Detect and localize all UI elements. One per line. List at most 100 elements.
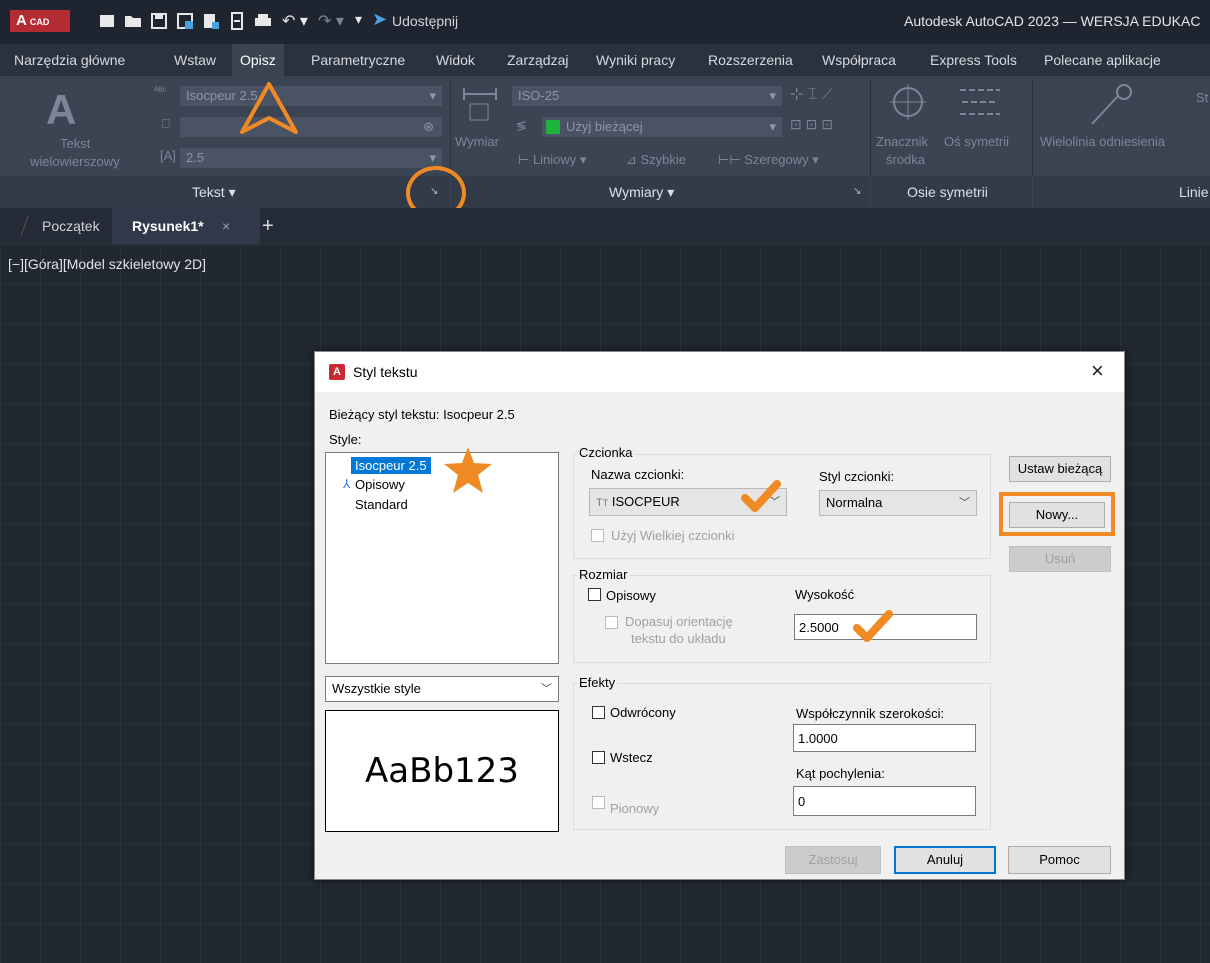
tab-drawing[interactable]: Rysunek1*	[132, 208, 204, 244]
layer-brush-icon: ≶	[516, 118, 527, 133]
tab-start[interactable]: Początek	[42, 208, 100, 244]
window-title: Autodesk AutoCAD 2023 — WERSJA EDUKAC	[904, 13, 1201, 29]
panel-leader-title: Linie	[1179, 184, 1209, 200]
tab-express-tools[interactable]: Express Tools	[930, 44, 1017, 76]
width-factor-input[interactable]: 1.0000	[793, 724, 976, 752]
tab-output[interactable]: Wyniki pracy	[596, 44, 675, 76]
cancel-button[interactable]: Anuluj	[894, 846, 996, 874]
match-orientation-checkbox	[605, 616, 618, 629]
vertical-checkbox	[592, 796, 605, 809]
share-icon[interactable]: ➤	[372, 9, 387, 30]
vertical-label: Pionowy	[610, 801, 660, 816]
add-tab-icon[interactable]: +	[262, 208, 274, 244]
panel-center-bar: Osie symetrii	[871, 176, 1032, 208]
new-file-icon[interactable]	[98, 12, 116, 30]
find-text-input[interactable]: ⊛	[180, 117, 442, 137]
list-item[interactable]: Standard	[355, 497, 408, 512]
mtext-label-2[interactable]: wielowierszowy	[30, 154, 120, 169]
dim-break-icons[interactable]: ⊡ ⊡ ⊡	[790, 116, 833, 133]
panel-text-bar: Tekst ▾ ↘	[0, 176, 450, 208]
width-factor-label: Współczynnik szerokości:	[796, 706, 945, 721]
centerline-label[interactable]: Oś symetrii	[944, 134, 1009, 149]
multileader-icon	[1091, 84, 1132, 125]
font-name-label: Nazwa czcionki:	[591, 467, 685, 482]
text-height-icon: [A]	[160, 148, 176, 163]
list-item[interactable]: Isocpeur 2.5	[351, 457, 431, 474]
title-bar: A CAD ↶ ▾ ↷ ▾ ▾ ➤ Udostępnij Autodesk Aut…	[0, 0, 1210, 44]
panel-dims-bar: Wymiary ▾ ↘	[451, 176, 870, 208]
tab-parametric[interactable]: Parametryczne	[311, 44, 405, 76]
close-icon[interactable]: ×	[222, 208, 230, 244]
panel-dims-title[interactable]: Wymiary ▾	[609, 184, 674, 201]
match-orientation-label-2: tekstu do układu	[631, 631, 726, 646]
save-icon[interactable]	[150, 12, 168, 30]
height-label: Wysokość	[795, 587, 855, 602]
preview-box: AaBb123	[325, 710, 559, 832]
import-icon[interactable]	[228, 12, 246, 30]
publish-icon[interactable]	[202, 12, 220, 30]
annotative-label: Opisowy	[606, 588, 656, 603]
style-filter-combo[interactable]: Wszystkie style ﹀	[325, 676, 559, 702]
print-icon[interactable]	[254, 12, 272, 30]
linear-dim-button[interactable]: ⊢ Liniowy ▾	[518, 152, 586, 168]
close-icon[interactable]: ×	[1091, 358, 1104, 384]
continue-dim-button[interactable]: ⊢⊢ Szeregowy ▾	[718, 152, 819, 168]
quick-dim-button[interactable]: ⊿ Szybkie	[626, 152, 686, 168]
annotative-checkbox[interactable]	[588, 588, 601, 601]
text-height-combo[interactable]: 2.5 ▾	[180, 148, 442, 168]
dimension-icon	[463, 88, 497, 121]
open-folder-icon[interactable]	[124, 12, 142, 30]
list-item[interactable]: Opisowy	[355, 477, 405, 492]
new-button[interactable]: Nowy...	[1009, 502, 1105, 528]
tab-divider	[20, 216, 29, 236]
tab-addins[interactable]: Rozszerzenia	[708, 44, 793, 76]
autocad-app-icon: A	[329, 364, 345, 380]
preview-text: AaBb123	[365, 751, 519, 791]
autocad-logo[interactable]: A CAD	[10, 10, 70, 32]
dialog-title-bar: A Styl tekstu ×	[315, 352, 1124, 392]
center-mark-label-2[interactable]: środka	[886, 152, 925, 167]
text-style-combo[interactable]: Isocpeur 2.5 ▾	[180, 86, 442, 106]
find-text-icon: ⎕	[162, 116, 170, 131]
dim-style-combo[interactable]: ISO-25 ▾	[512, 86, 782, 106]
dims-launcher-icon[interactable]: ↘	[853, 186, 861, 197]
panel-text-title[interactable]: Tekst ▾	[192, 184, 236, 201]
backwards-checkbox[interactable]	[592, 751, 605, 764]
orange-star-annotation	[444, 447, 492, 493]
customize-qat-icon[interactable]: ▾	[355, 11, 362, 28]
apply-button: Zastosuj	[785, 846, 881, 874]
share-button[interactable]: Udostępnij	[392, 13, 458, 29]
font-style-combo[interactable]: Normalna ﹀	[819, 490, 977, 516]
match-orientation-label-1: Dopasuj orientację	[625, 614, 733, 629]
tab-annotate[interactable]: Opisz	[232, 44, 284, 76]
font-style-label: Styl czcionki:	[819, 469, 895, 484]
help-button[interactable]: Pomoc	[1008, 846, 1111, 874]
viewport-controls[interactable]: [−][Góra][Model szkieletowy 2D]	[8, 256, 206, 272]
undo-icon[interactable]: ↶ ▾	[282, 11, 308, 31]
document-tabs: Początek Rysunek1* × +	[0, 208, 1210, 244]
big-font-label: Użyj Wielkiej czcionki	[611, 528, 735, 543]
save-as-icon[interactable]	[176, 12, 194, 30]
multileader-label[interactable]: Wielolinia odniesienia	[1040, 134, 1165, 149]
dimension-label[interactable]: Wymiar	[455, 134, 499, 149]
tab-home[interactable]: Narzędzia główne	[14, 44, 125, 76]
tab-collaborate[interactable]: Współpraca	[822, 44, 896, 76]
center-mark-label[interactable]: Znacznik	[876, 134, 928, 149]
ribbon-tabs: Narzędzia główne Wstaw Opisz Parametrycz…	[0, 44, 1210, 76]
ribbon-separator	[870, 80, 871, 176]
upside-down-checkbox[interactable]	[592, 706, 605, 719]
styles-list[interactable]: Isocpeur 2.5 ⅄ Opisowy Standard	[325, 452, 559, 664]
dialog-title: Styl tekstu	[353, 364, 418, 380]
effects-group-title: Efekty	[577, 675, 618, 690]
size-group-title: Rozmiar	[577, 567, 630, 582]
oblique-angle-input[interactable]: 0	[793, 786, 976, 816]
tab-view[interactable]: Widok	[436, 44, 475, 76]
orange-check-annotation	[853, 610, 893, 642]
mtext-label-1[interactable]: Tekst	[60, 136, 90, 151]
tab-featured-apps[interactable]: Polecane aplikacje	[1044, 44, 1161, 76]
set-current-button[interactable]: Ustaw bieżącą	[1009, 456, 1111, 482]
dim-layer-combo[interactable]: Użyj bieżącej ▾	[542, 117, 782, 137]
tab-manage[interactable]: Zarządzaj	[507, 44, 568, 76]
dim-tools-icons[interactable]: ⊹ ⌶ ⟋	[790, 84, 833, 104]
tab-insert[interactable]: Wstaw	[174, 44, 216, 76]
